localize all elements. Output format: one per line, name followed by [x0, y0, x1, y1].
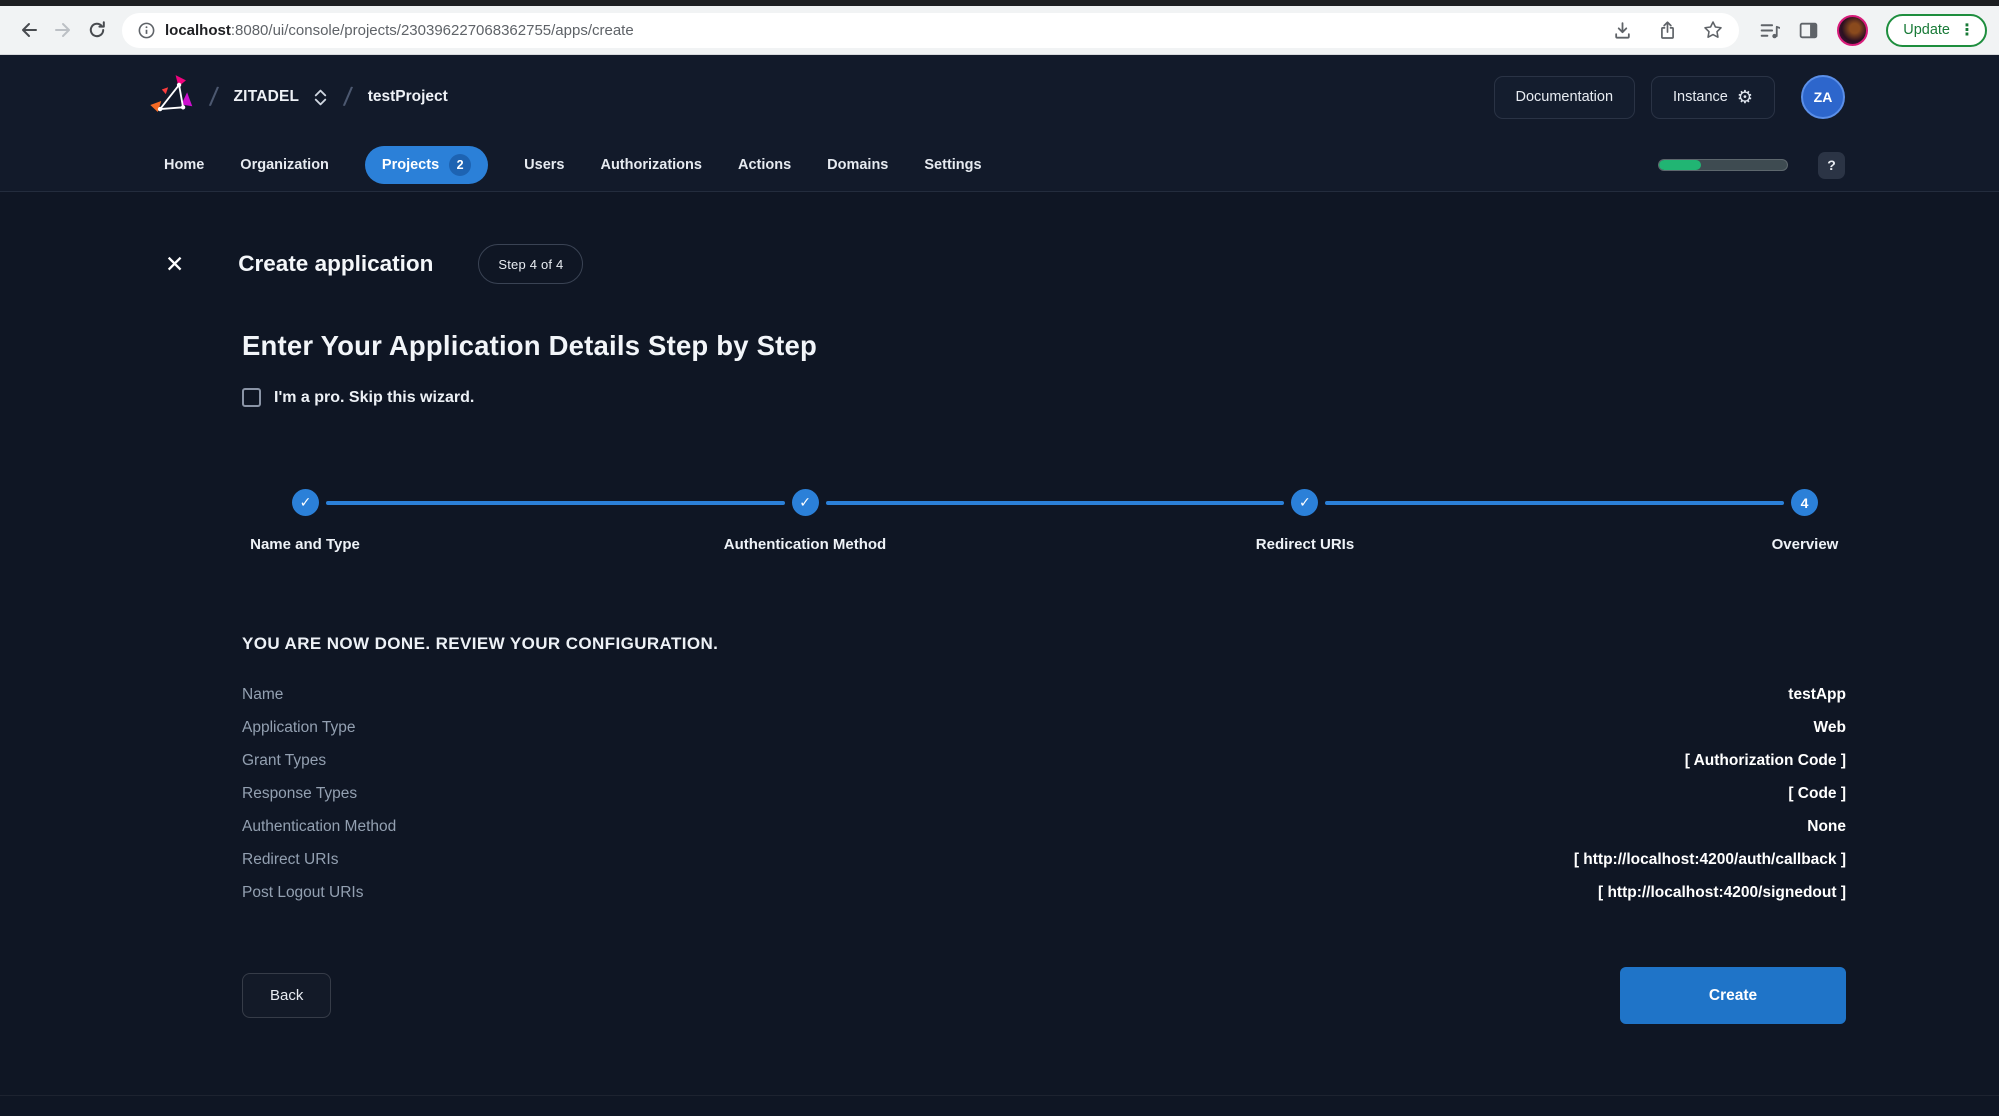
- progress-fill: [1659, 160, 1702, 170]
- review-row: Redirect URIs [ http://localhost:4200/aut…: [242, 843, 1846, 876]
- browser-reload-icon[interactable]: [80, 13, 114, 47]
- review-row: Post Logout URIs [ http://localhost:4200/…: [242, 876, 1846, 909]
- step-check-icon[interactable]: ✓: [292, 489, 319, 516]
- stepper-connector-line: [1325, 500, 1785, 505]
- share-icon[interactable]: [1658, 20, 1677, 40]
- step-label[interactable]: Overview: [1772, 536, 1839, 553]
- step-indicator-badge: Step 4 of 4: [478, 244, 584, 284]
- tab-settings[interactable]: Settings: [924, 157, 981, 173]
- breadcrumb-org[interactable]: ZITADEL: [234, 88, 300, 106]
- step-check-icon[interactable]: ✓: [1291, 489, 1319, 516]
- page-bottom-divider: [0, 1095, 1999, 1096]
- user-avatar[interactable]: ZA: [1801, 75, 1845, 119]
- documentation-button[interactable]: Documentation: [1493, 75, 1636, 119]
- step-label[interactable]: Authentication Method: [724, 536, 886, 553]
- media-queue-icon[interactable]: [1759, 20, 1781, 41]
- step-number-circle[interactable]: 4: [1791, 489, 1819, 516]
- page-title: Create application: [238, 251, 434, 276]
- review-row: Application Type Web: [242, 711, 1846, 744]
- review-row-label: Response Types: [242, 785, 358, 802]
- skip-wizard-label: I'm a pro. Skip this wizard.: [274, 388, 475, 406]
- bookmark-star-icon[interactable]: [1703, 20, 1723, 40]
- tab-actions[interactable]: Actions: [738, 157, 791, 173]
- browser-toolbar: localhost:8080/ui/console/projects/23039…: [0, 6, 1999, 55]
- zitadel-logo[interactable]: [148, 74, 194, 120]
- review-row-label: Grant Types: [242, 752, 327, 769]
- browser-back-icon[interactable]: [12, 13, 46, 47]
- review-row: Name testApp: [242, 678, 1846, 711]
- review-heading: YOU ARE NOW DONE. REVIEW YOUR CONFIGURAT…: [242, 634, 719, 653]
- instance-label: Instance: [1673, 89, 1728, 105]
- tab-label: Domains: [827, 157, 889, 173]
- update-label: Update: [1903, 22, 1950, 38]
- tab-label: Users: [524, 157, 565, 173]
- browser-menu-dots-icon[interactable]: ⋮: [1959, 20, 1975, 40]
- onboarding-progress-bar[interactable]: [1658, 159, 1788, 171]
- review-row-value: Web: [1813, 719, 1846, 736]
- instance-button[interactable]: Instance ⚙: [1651, 75, 1775, 119]
- step-label[interactable]: Name and Type: [250, 536, 360, 553]
- tab-label: Settings: [924, 157, 982, 173]
- stepper-connector-line: [326, 500, 785, 505]
- review-row-label: Authentication Method: [242, 818, 397, 835]
- step-check-icon[interactable]: ✓: [791, 489, 819, 516]
- review-row-value: [ Authorization Code ]: [1684, 752, 1846, 769]
- tab-home[interactable]: Home: [164, 157, 204, 173]
- tab-users[interactable]: Users: [524, 157, 564, 173]
- skip-wizard-row[interactable]: I'm a pro. Skip this wizard.: [242, 388, 1846, 407]
- tab-label: Home: [164, 157, 205, 173]
- review-row-label: Name: [242, 686, 284, 703]
- wizard-heading: Enter Your Application Details Step by S…: [242, 330, 817, 361]
- breadcrumb-slash: /: [342, 81, 354, 112]
- review-row-label: Redirect URIs: [242, 851, 339, 868]
- browser-profile-avatar[interactable]: [1837, 14, 1869, 46]
- review-row: Response Types [ Code ]: [242, 777, 1846, 810]
- back-button[interactable]: Back: [242, 973, 332, 1018]
- review-row: Grant Types [ Authorization Code ]: [242, 744, 1846, 777]
- gear-icon: ⚙: [1736, 87, 1753, 107]
- create-application-page: ✕ Create application Step 4 of 4 Enter Y…: [0, 192, 1999, 1024]
- browser-forward-icon[interactable]: [46, 13, 80, 47]
- stepper-connector-line: [825, 500, 1285, 505]
- review-row-value: testApp: [1788, 686, 1846, 703]
- tab-label: Authorizations: [600, 157, 702, 173]
- tab-authorizations[interactable]: Authorizations: [600, 157, 702, 173]
- url-text: localhost:8080/ui/console/projects/23039…: [165, 21, 634, 39]
- review-row-label: Application Type: [242, 719, 356, 736]
- tab-domains[interactable]: Domains: [827, 157, 888, 173]
- tab-organization[interactable]: Organization: [240, 157, 329, 173]
- review-row-value: [ http://localhost:4200/signedout ]: [1597, 884, 1846, 901]
- help-button[interactable]: ?: [1818, 151, 1845, 179]
- tab-label: Actions: [737, 157, 792, 173]
- tab-label: Projects: [381, 157, 440, 173]
- browser-update-button[interactable]: Update ⋮: [1886, 13, 1987, 47]
- review-row-value: None: [1807, 818, 1846, 835]
- wizard-stepper: ✓ ✓ ✓ 4 Name and Type Authentication Method R…: [242, 489, 1846, 556]
- tab-count-badge: 2: [449, 154, 472, 176]
- review-row-value: [ Code ]: [1788, 785, 1846, 802]
- site-info-icon[interactable]: [138, 22, 155, 39]
- address-bar[interactable]: localhost:8080/ui/console/projects/23039…: [122, 12, 1740, 48]
- review-list: Name testApp Application Type Web Grant Type…: [242, 678, 1846, 909]
- org-switcher-icon[interactable]: [313, 88, 328, 107]
- tab-projects[interactable]: Projects 2: [364, 146, 489, 184]
- nav-tabs: Home Organization Projects 2 Users Authorizat…: [164, 146, 982, 184]
- breadcrumb-project[interactable]: testProject: [368, 88, 448, 106]
- review-row-value: [ http://localhost:4200/auth/callback ]: [1573, 851, 1846, 868]
- breadcrumb-slash: /: [208, 81, 220, 112]
- documentation-label: Documentation: [1515, 89, 1614, 105]
- download-icon[interactable]: [1613, 21, 1632, 40]
- stepper-track: ✓ ✓ ✓ 4: [242, 489, 1846, 516]
- review-row: Authentication Method None: [242, 810, 1846, 843]
- stepper-labels: Name and Type Authentication Method Redire…: [242, 536, 1846, 556]
- app-header: / ZITADEL / testProject Documentation In…: [0, 55, 1999, 192]
- step-label[interactable]: Redirect URIs: [1256, 536, 1354, 553]
- tab-label: Organization: [240, 157, 329, 173]
- skip-wizard-checkbox[interactable]: [242, 388, 261, 407]
- close-icon[interactable]: ✕: [165, 252, 184, 276]
- review-row-label: Post Logout URIs: [242, 884, 364, 901]
- side-panel-icon[interactable]: [1798, 20, 1819, 41]
- create-button[interactable]: Create: [1620, 967, 1846, 1024]
